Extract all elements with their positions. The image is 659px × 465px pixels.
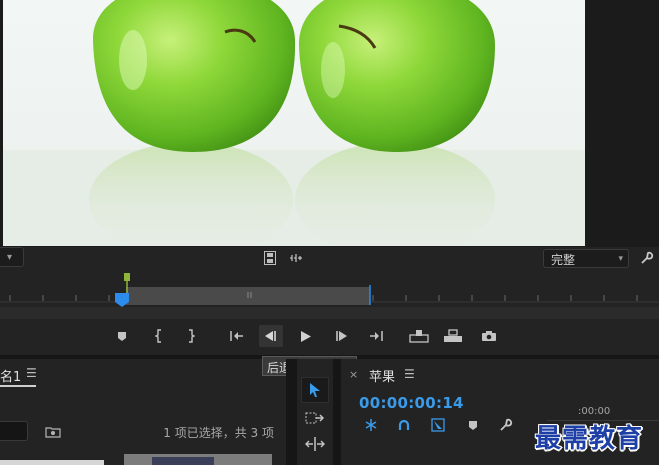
selection-tool-icon <box>310 383 320 397</box>
snap-icon <box>365 419 377 431</box>
timeline-settings-button[interactable] <box>496 415 516 435</box>
in-marker[interactable] <box>124 273 130 281</box>
mark-out-button[interactable] <box>179 325 203 347</box>
add-marker-button[interactable] <box>463 415 483 435</box>
extract-icon <box>444 329 462 342</box>
ripple-edit-tool-icon <box>305 437 325 451</box>
playback-resolution-select[interactable]: 完整 ▾ <box>543 249 629 268</box>
ripple-edit-tool[interactable] <box>301 431 329 457</box>
selection-status: 1 项已选择，共 3 项 <box>163 426 274 440</box>
active-tab-indicator <box>0 385 36 387</box>
track-select-tool-icon <box>305 412 325 424</box>
go-to-in-icon <box>230 331 243 341</box>
audio-waveform-icon[interactable] <box>287 250 305 266</box>
mark-out-icon <box>189 329 195 343</box>
watermark-text: 最需教育 <box>535 424 644 454</box>
go-to-out-button[interactable] <box>364 325 388 347</box>
clip-thumbnail[interactable] <box>124 454 272 465</box>
timeline-ruler-label: :00:00 <box>578 406 611 417</box>
add-marker-button[interactable] <box>110 325 134 347</box>
project-tab-label[interactable]: 名1 <box>0 366 21 385</box>
monitor-control-row: ▾ 完整 ▾ <box>0 247 659 271</box>
step-back-button[interactable] <box>259 325 283 347</box>
premiere-workspace: ▾ 完整 ▾ 名1 ☰ 1 项已选择，共 3 项 × 苹果 ☰ 00:00:00… <box>0 0 659 465</box>
panel-menu-icon[interactable]: ☰ <box>26 366 37 380</box>
camera-icon <box>482 331 496 341</box>
extract-button[interactable] <box>441 325 465 347</box>
add-marker-icon <box>118 331 126 341</box>
track-select-tool[interactable] <box>301 405 329 431</box>
lift-button[interactable] <box>407 325 431 347</box>
video-frame-apples <box>3 0 585 246</box>
go-to-in-button[interactable] <box>225 325 249 347</box>
selection-tool[interactable] <box>301 377 329 403</box>
transport-controls <box>0 319 659 355</box>
monitor-time-ruler[interactable] <box>0 271 659 309</box>
tools-panel <box>297 359 333 465</box>
panel-divider <box>333 359 341 465</box>
step-forward-button[interactable] <box>329 325 353 347</box>
quality-value: 完整 <box>551 253 576 267</box>
linked-selection-icon <box>431 418 445 432</box>
chevron-down-icon: ▾ <box>618 254 623 264</box>
new-bin-icon[interactable] <box>45 423 61 442</box>
insert-nest-button[interactable] <box>361 415 381 435</box>
mark-in-button[interactable] <box>147 325 171 347</box>
close-icon[interactable]: × <box>349 368 358 381</box>
sequence-tab-label[interactable]: 苹果 <box>369 366 395 385</box>
project-panel: 名1 ☰ 1 项已选择，共 3 项 <box>0 359 286 465</box>
panel-divider <box>286 359 297 465</box>
monitor-zoom-scrollbar[interactable] <box>0 307 659 319</box>
lift-icon <box>409 330 429 343</box>
timecode-dropdown[interactable]: ▾ <box>0 247 24 267</box>
mark-in-icon <box>155 329 161 343</box>
clip-thumbnail[interactable] <box>0 460 104 465</box>
go-to-out-icon <box>370 331 383 341</box>
linked-selection-icon <box>398 419 410 430</box>
linked-selection-button[interactable] <box>428 415 448 435</box>
export-frame-button[interactable] <box>477 325 501 347</box>
wrench-icon <box>500 418 513 431</box>
play-icon <box>301 330 311 342</box>
step-forward-icon <box>336 331 347 341</box>
panel-menu-icon[interactable]: ☰ <box>404 367 415 381</box>
chevron-down-icon: ▾ <box>7 252 13 263</box>
snap-button[interactable] <box>394 415 414 435</box>
program-monitor <box>0 0 659 247</box>
thumbnail-image <box>152 457 214 465</box>
play-button[interactable] <box>294 325 318 347</box>
wrench-icon[interactable] <box>638 249 656 267</box>
project-search-input[interactable] <box>0 421 28 441</box>
playhead-timecode[interactable]: 00:00:00:14 <box>359 394 464 412</box>
filmstrip-icon[interactable] <box>262 250 278 266</box>
add-marker-icon <box>469 420 477 430</box>
step-back-icon <box>265 331 276 341</box>
